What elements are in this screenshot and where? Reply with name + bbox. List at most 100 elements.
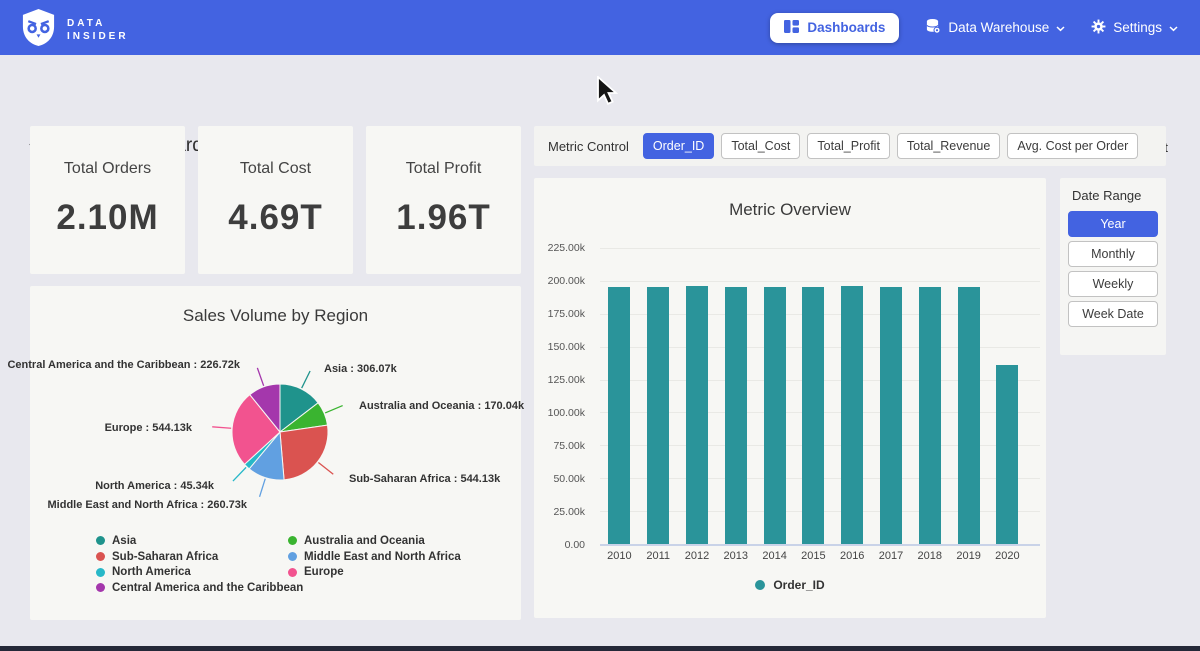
bar-2018[interactable] — [919, 287, 941, 544]
x-axis-tick: 2014 — [755, 550, 794, 562]
bar-2012[interactable] — [686, 286, 708, 544]
bar-2020[interactable] — [996, 365, 1018, 544]
legend-dot — [288, 536, 297, 545]
data-warehouse-menu[interactable]: Data Warehouse — [925, 18, 1065, 37]
legend-dot — [288, 552, 297, 561]
x-axis-tick: 2010 — [600, 550, 639, 562]
bar-2017[interactable] — [880, 287, 902, 544]
kpi-label: Total Orders — [30, 160, 185, 178]
brand[interactable]: DATA INSIDER — [20, 8, 129, 52]
chevron-down-icon — [1056, 20, 1065, 35]
legend-dot — [96, 583, 105, 592]
bar-2014[interactable] — [764, 287, 786, 544]
metric-option-avg-cost-per-order[interactable]: Avg. Cost per Order — [1007, 133, 1138, 159]
kpi-value: 1.96T — [366, 198, 521, 238]
chevron-down-icon — [1169, 20, 1178, 35]
metric-option-total-revenue[interactable]: Total_Revenue — [897, 133, 1000, 159]
legend-label: Middle East and North Africa — [304, 551, 461, 563]
pie-legend-item: North America — [96, 564, 303, 580]
bar-2016[interactable] — [841, 286, 863, 544]
x-axis-tick: 2019 — [949, 550, 988, 562]
legend-label: Sub-Saharan Africa — [112, 551, 218, 563]
metric-option-order-id[interactable]: Order_ID — [643, 133, 714, 159]
pie-leader-line — [212, 427, 231, 428]
bar-chart-legend: Order_ID — [534, 578, 1046, 592]
y-axis-tick: 150.00k — [534, 341, 585, 353]
dashboards-label: Dashboards — [807, 20, 885, 35]
date-range-weekly[interactable]: Weekly — [1068, 271, 1158, 297]
pie-label-central-america-and-the-caribbean: Central America and the Caribbean : 226.… — [7, 359, 240, 371]
kpi-value: 2.10M — [30, 198, 185, 238]
pie-legend-item: Middle East and North Africa — [288, 549, 461, 565]
x-axis-tick: 2013 — [716, 550, 755, 562]
legend-label: Asia — [112, 535, 136, 547]
pie-leader-line — [260, 479, 266, 497]
metric-control-label: Metric Control — [548, 139, 629, 154]
legend-dot — [288, 568, 297, 577]
y-axis-tick: 0.00 — [534, 539, 585, 551]
y-axis-tick: 50.00k — [534, 473, 585, 485]
pie-leader-line — [318, 462, 333, 474]
pie-legend-item: Asia — [96, 533, 303, 549]
pie-slice-sub-saharan-africa[interactable] — [280, 425, 328, 480]
gear-icon — [1091, 19, 1106, 37]
bar-2019[interactable] — [958, 287, 980, 544]
y-axis-tick: 225.00k — [534, 242, 585, 254]
dashboards-button[interactable]: Dashboards — [770, 13, 899, 43]
grid-layout-icon — [784, 20, 799, 36]
bar-2013[interactable] — [725, 287, 747, 544]
y-axis-tick: 125.00k — [534, 374, 585, 386]
metric-option-total-cost[interactable]: Total_Cost — [721, 133, 800, 159]
pie-leader-line — [325, 406, 343, 413]
date-range-monthly[interactable]: Monthly — [1068, 241, 1158, 267]
x-axis-tick: 2016 — [833, 550, 872, 562]
kpi-card-total-profit: Total Profit 1.96T — [366, 126, 521, 274]
y-axis-tick: 100.00k — [534, 407, 585, 419]
bottom-strip — [0, 646, 1200, 651]
sales-volume-pie-card: Sales Volume by Region Asia : 306.07kAus… — [30, 286, 521, 620]
date-range-panel: Date Range Year Monthly Weekly Week Date — [1060, 178, 1166, 355]
pie-leader-line — [257, 368, 263, 386]
bar-chart-plot[interactable]: 0.00 25.00k 50.00k 75.00k 100.00k 125.00k 150.… — [534, 178, 1046, 618]
page-header: Sales Dashboard Add Filter Boost: Off — [0, 55, 1200, 111]
date-range-year[interactable]: Year — [1068, 211, 1158, 237]
x-axis-tick: 2015 — [794, 550, 833, 562]
pie-label-australia-and-oceania: Australia and Oceania : 170.04k — [359, 400, 524, 412]
gridline — [600, 248, 1040, 249]
settings-label: Settings — [1113, 20, 1162, 35]
y-axis-tick: 75.00k — [534, 440, 585, 452]
gridline — [600, 281, 1040, 282]
kpi-label: Total Cost — [198, 160, 353, 178]
x-axis-tick: 2020 — [988, 550, 1027, 562]
database-icon — [925, 18, 941, 37]
gridline — [600, 544, 1040, 546]
legend-dot — [96, 568, 105, 577]
legend-label: Central America and the Caribbean — [112, 582, 303, 594]
pie-label-asia: Asia : 306.07k — [324, 363, 397, 375]
legend-label: Order_ID — [773, 578, 824, 592]
pie-legend-item: Sub-Saharan Africa — [96, 549, 303, 565]
brand-text: DATA INSIDER — [67, 17, 129, 43]
legend-dot — [96, 536, 105, 545]
kpi-card-total-cost: Total Cost 4.69T — [198, 126, 353, 274]
kpi-card-total-orders: Total Orders 2.10M — [30, 126, 185, 274]
pie-label-north-america: North America : 45.34k — [95, 480, 214, 492]
pie-label-sub-saharan-africa: Sub-Saharan Africa : 544.13k — [349, 473, 500, 485]
pie-legend-item: Europe — [288, 564, 461, 580]
pie-label-europe: Europe : 544.13k — [105, 422, 192, 434]
date-range-week-date[interactable]: Week Date — [1068, 301, 1158, 327]
kpi-label: Total Profit — [366, 160, 521, 178]
y-axis-tick: 25.00k — [534, 506, 585, 518]
data-warehouse-label: Data Warehouse — [948, 20, 1049, 35]
pie-legend-column-2: Australia and Oceania Middle East and Nor… — [288, 533, 461, 580]
pie-legend-item: Central America and the Caribbean — [96, 580, 303, 596]
x-axis-tick: 2012 — [678, 550, 717, 562]
settings-menu[interactable]: Settings — [1091, 19, 1178, 37]
bar-2015[interactable] — [802, 287, 824, 544]
pie-legend-item: Australia and Oceania — [288, 533, 461, 549]
date-range-title: Date Range — [1072, 188, 1166, 203]
bar-2010[interactable] — [608, 287, 630, 544]
metric-option-total-profit[interactable]: Total_Profit — [807, 133, 890, 159]
pie-label-middle-east-and-north-africa: Middle East and North Africa : 260.73k — [48, 499, 247, 511]
bar-2011[interactable] — [647, 287, 669, 544]
